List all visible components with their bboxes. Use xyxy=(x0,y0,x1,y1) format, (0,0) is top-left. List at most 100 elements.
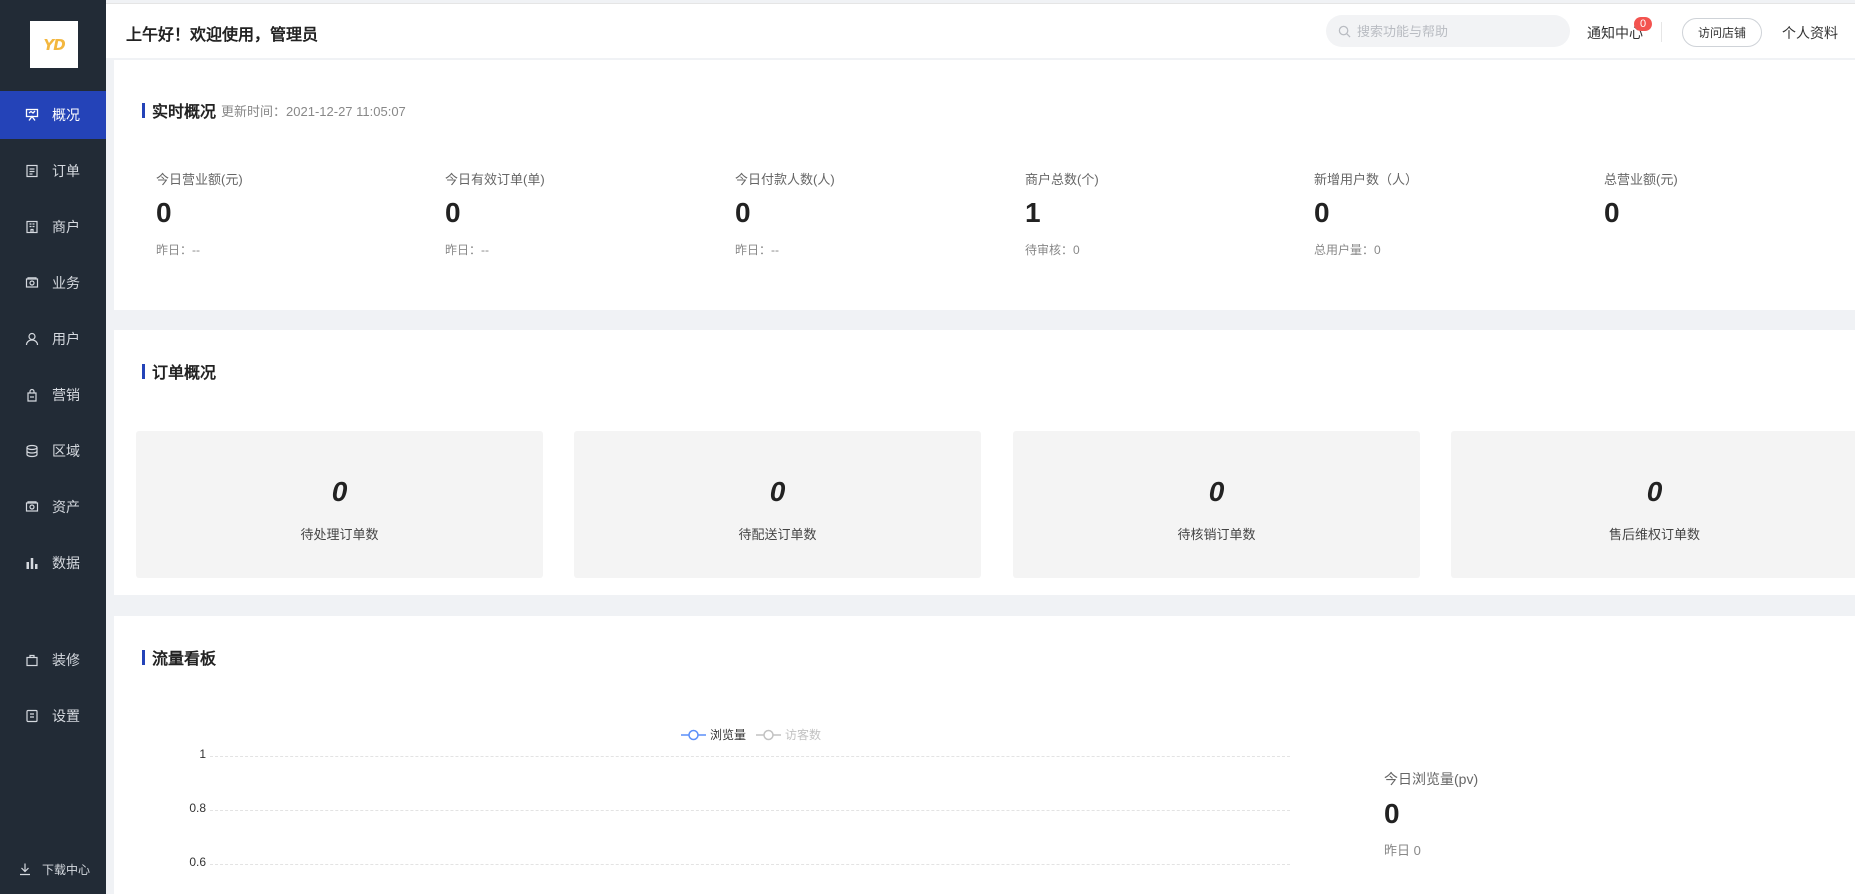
sidebar-item-decoration[interactable]: 装修 xyxy=(0,636,106,684)
sidebar-item-label: 用户 xyxy=(52,331,80,347)
stat-foot: 昨日 0 xyxy=(1384,843,1421,858)
download-center-link[interactable]: 下载中心 xyxy=(0,858,106,880)
notification-badge: 0 xyxy=(1634,17,1652,31)
sidebar-item-marketing[interactable]: 营销 xyxy=(0,371,106,419)
stat-foot: 昨日：-- xyxy=(735,243,779,257)
decoration-icon xyxy=(24,652,40,668)
stat-label: 新增用户数（人） xyxy=(1314,172,1419,187)
region-icon xyxy=(24,443,40,459)
search-box[interactable] xyxy=(1326,15,1570,47)
order-icon xyxy=(24,163,40,179)
order-overview-title: 订单概况 xyxy=(142,359,216,383)
chart-legend: 浏览量 访客数 xyxy=(681,726,831,743)
stat-today-valid-orders: 今日有效订单(单) 0 昨日：-- xyxy=(445,169,545,258)
stat-foot: 昨日：-- xyxy=(156,243,200,257)
visit-store-button[interactable]: 访问店铺 xyxy=(1682,18,1762,47)
stat-value: 0 xyxy=(1604,197,1620,228)
title-accent-bar xyxy=(142,649,145,665)
stat-label: 商户总数(个) xyxy=(1025,172,1099,187)
traffic-dashboard-panel: 流量看板 浏览量 访客数 1 0.8 0.6 今日浏览量(pv) 0 昨日 0 xyxy=(114,616,1855,894)
legend-label: 访客数 xyxy=(785,728,822,742)
sidebar-item-users[interactable]: 用户 xyxy=(0,315,106,363)
legend-item-visitors[interactable]: 访客数 xyxy=(756,726,821,743)
panel-title-text: 订单概况 xyxy=(152,365,217,382)
stat-foot: 昨日：-- xyxy=(445,243,489,257)
order-card-pending[interactable]: 0 待处理订单数 xyxy=(136,431,543,578)
stat-value: 0 xyxy=(156,197,172,228)
stat-value: 0 xyxy=(1314,197,1330,228)
profile-link[interactable]: 个人资料 xyxy=(1782,23,1838,43)
sidebar-item-label: 营销 xyxy=(52,387,80,403)
update-time-prefix: 更新时间： xyxy=(221,103,287,119)
download-icon xyxy=(18,862,32,876)
order-card-value: 0 xyxy=(1208,476,1225,507)
realtime-overview-panel: 实时概况 更新时间：2021-12-27 11:05:07 今日营业额(元) 0… xyxy=(114,60,1855,310)
stat-value: 0 xyxy=(1384,798,1400,829)
sidebar: YD 概况 订单 商户 业务 用户 营销 区域 资产 数据 装修 设置 下载中心 xyxy=(0,0,106,894)
sidebar-item-assets[interactable]: 资产 xyxy=(0,483,106,531)
update-time: 更新时间：2021-12-27 11:05:07 xyxy=(221,101,406,120)
logo-text: YD xyxy=(43,35,65,54)
merchant-icon xyxy=(24,219,40,235)
y-tick-label: 0.6 xyxy=(189,855,206,869)
stat-value: 0 xyxy=(445,197,461,228)
top-header: 上午好！欢迎使用，管理员 通知中心 0 访问店铺 个人资料 xyxy=(106,3,1855,58)
search-icon xyxy=(1338,25,1351,38)
sidebar-item-merchants[interactable]: 商户 xyxy=(0,203,106,251)
dashboard-icon xyxy=(24,107,40,123)
stat-value: 0 xyxy=(735,197,751,228)
sidebar-item-settings[interactable]: 设置 xyxy=(0,692,106,740)
user-icon xyxy=(24,331,40,347)
legend-line-marker-icon xyxy=(681,729,706,740)
y-gridline xyxy=(210,864,1290,865)
stat-label: 今日有效订单(单) xyxy=(445,172,545,187)
sidebar-item-label: 商户 xyxy=(52,219,80,235)
order-card-to-deliver[interactable]: 0 待配送订单数 xyxy=(574,431,981,578)
title-accent-bar xyxy=(142,102,145,118)
stat-label: 今日浏览量(pv) xyxy=(1384,771,1479,787)
settings-icon xyxy=(24,708,40,724)
stat-new-users: 新增用户数（人） 0 总用户量：0 xyxy=(1314,169,1418,258)
sidebar-item-label: 业务 xyxy=(52,275,80,291)
order-card-after-sales[interactable]: 0 售后维权订单数 xyxy=(1451,431,1855,578)
sidebar-item-data[interactable]: 数据 xyxy=(0,539,106,587)
sidebar-item-region[interactable]: 区域 xyxy=(0,427,106,475)
greeting-text: 上午好！欢迎使用，管理员 xyxy=(126,27,319,44)
logo[interactable]: YD xyxy=(30,21,78,68)
header-divider xyxy=(1661,22,1662,42)
data-chart-icon xyxy=(24,555,40,571)
stat-today-revenue: 今日营业额(元) 0 昨日：-- xyxy=(156,169,243,258)
sidebar-item-orders[interactable]: 订单 xyxy=(0,147,106,195)
sidebar-item-label: 数据 xyxy=(52,555,80,571)
legend-label: 浏览量 xyxy=(710,728,747,742)
stat-label: 今日付款人数(人) xyxy=(735,172,835,187)
sidebar-item-label: 资产 xyxy=(52,499,80,515)
order-card-label: 待核销订单数 xyxy=(1177,527,1256,542)
panel-title-text: 实时概况 xyxy=(152,104,217,121)
sidebar-item-label: 设置 xyxy=(52,708,80,724)
sidebar-item-label: 区域 xyxy=(52,443,80,459)
legend-item-pageviews[interactable]: 浏览量 xyxy=(681,726,746,743)
sidebar-item-business[interactable]: 业务 xyxy=(0,259,106,307)
stat-label: 今日营业额(元) xyxy=(156,172,243,187)
search-input[interactable] xyxy=(1357,23,1557,39)
download-center-label: 下载中心 xyxy=(42,862,91,877)
stat-today-payers: 今日付款人数(人) 0 昨日：-- xyxy=(735,169,835,258)
stat-value: 1 xyxy=(1025,197,1041,228)
y-tick-label: 0.8 xyxy=(189,801,206,815)
sidebar-item-label: 装修 xyxy=(52,652,80,668)
stat-foot: 总用户量：0 xyxy=(1314,243,1381,257)
update-time-value: 2021-12-27 11:05:07 xyxy=(286,103,406,119)
y-gridline xyxy=(210,810,1290,811)
order-card-value: 0 xyxy=(769,476,786,507)
title-accent-bar xyxy=(142,363,145,379)
sidebar-item-label: 概况 xyxy=(52,107,80,123)
order-card-to-verify[interactable]: 0 待核销订单数 xyxy=(1013,431,1420,578)
sidebar-item-overview[interactable]: 概况 xyxy=(0,91,106,139)
realtime-overview-title: 实时概况 更新时间：2021-12-27 11:05:07 xyxy=(142,98,406,122)
panel-title-text: 流量看板 xyxy=(152,651,217,668)
marketing-icon xyxy=(24,387,40,403)
order-card-label: 待处理订单数 xyxy=(300,527,379,542)
stat-label: 总营业额(元) xyxy=(1604,172,1678,187)
asset-icon xyxy=(24,499,40,515)
